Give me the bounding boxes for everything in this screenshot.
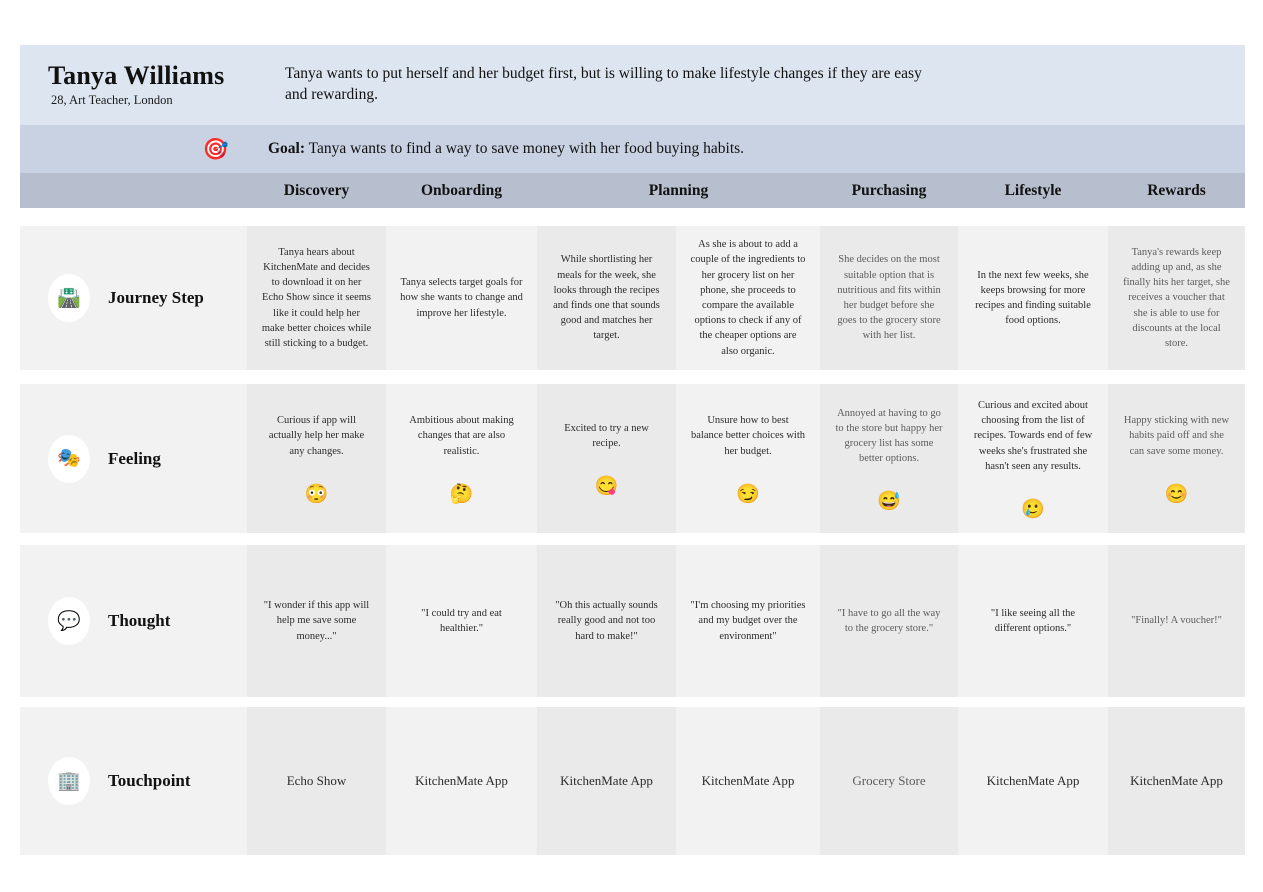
row-label-journey-step: 🛣️ Journey Step xyxy=(20,226,247,370)
emoji-sweat-smile-face: 😅 xyxy=(877,491,901,513)
row-label-thought: 💬 Thought xyxy=(20,545,247,697)
persona-meta: 28, Art Teacher, London xyxy=(51,93,173,108)
thought-cell-discovery: "I wonder if this app will help me save … xyxy=(247,545,386,697)
journey-cell-planning-b: As she is about to add a couple of the i… xyxy=(690,239,806,357)
row-title: Thought xyxy=(108,611,171,630)
emoji-holding-back-tears-face: 🥲 xyxy=(1021,499,1045,521)
emoji-flushed-face: 😳 xyxy=(304,483,329,505)
goal-bar: 🎯 Goal: Tanya wants to find a way to sav… xyxy=(20,125,1245,173)
stage-header-purchasing: Purchasing xyxy=(851,181,927,199)
touchpoint-cell-lifestyle: KitchenMate App xyxy=(986,772,1080,788)
emoji-thinking-face: 🤔 xyxy=(449,483,474,505)
touchpoint-cell-onboarding: KitchenMate App xyxy=(415,772,508,788)
thought-cell-planning-a: "Oh this actually sounds really good and… xyxy=(537,545,676,697)
persona-header: Tanya Williams 28, Art Teacher, London T… xyxy=(20,45,1245,125)
touchpoint-cell-planning-b: KitchenMate App xyxy=(701,772,795,788)
goal-label: Goal: xyxy=(268,140,306,157)
feeling-cell-planning-a: Excited to try a new recipe. 😋 xyxy=(537,384,676,533)
touchpoint-cell-planning-a: KitchenMate App xyxy=(537,707,676,855)
goal-statement: Tanya wants to find a way to save money … xyxy=(308,140,745,157)
stage-header-lifestyle: Lifestyle xyxy=(1004,181,1062,199)
row-title: Feeling xyxy=(108,448,161,468)
stage-header-row: Discovery Onboarding Planning Purchasing… xyxy=(20,173,1245,208)
stage-header-discovery: Discovery xyxy=(283,181,350,199)
feeling-cell-planning-b: Unsure how to best balance better choice… xyxy=(691,415,805,505)
stage-header-planning: Planning xyxy=(648,181,709,199)
journey-cell-discovery: Tanya hears about KitchenMate and decide… xyxy=(247,226,386,370)
touchpoint-row: 🏢 Touchpoint Echo Show KitchenMate App K… xyxy=(20,707,1245,855)
feeling-cell-purchasing: Annoyed at having to go to the store but… xyxy=(820,384,958,533)
thought-cell-onboarding: "I could try and eat healthier." xyxy=(421,607,502,634)
journey-map-page: Tanya Williams 28, Art Teacher, London T… xyxy=(0,0,1263,892)
persona-description: Tanya wants to put herself and her budge… xyxy=(285,65,922,103)
row-title: Journey Step xyxy=(108,288,204,307)
journey-step-row: 🛣️ Journey Step Tanya hears about Kitche… xyxy=(20,226,1245,370)
row-label-feeling: 🎭 Feeling xyxy=(20,384,247,533)
touchpoint-cell-discovery: Echo Show xyxy=(247,707,386,855)
emoji-smiling-face: 😊 xyxy=(1164,483,1189,505)
thought-cell-planning-b: "I'm choosing my priorities and my budge… xyxy=(690,600,806,642)
journey-cell-onboarding: Tanya selects target goals for how she w… xyxy=(400,277,523,319)
row-label-touchpoint: 🏢 Touchpoint xyxy=(20,707,247,855)
office-building-icon: 🏢 xyxy=(48,757,90,805)
stage-header-onboarding: Onboarding xyxy=(421,181,502,199)
thought-row: 💬 Thought "I wonder if this app will hel… xyxy=(20,545,1245,697)
thought-cell-lifestyle: "I like seeing all the different options… xyxy=(990,607,1076,634)
feeling-cell-lifestyle: Curious and excited about choosing from … xyxy=(973,399,1093,521)
journey-cell-lifestyle: In the next few weeks, she keeps browsin… xyxy=(975,269,1091,327)
theater-masks-icon: 🎭 xyxy=(48,434,90,483)
feeling-row: 🎭 Feeling Curious if app will actually h… xyxy=(20,384,1245,533)
persona-identity: Tanya Williams 28, Art Teacher, London xyxy=(20,60,245,109)
row-title: Touchpoint xyxy=(108,771,191,790)
touchpoint-cell-rewards: KitchenMate App xyxy=(1108,707,1245,855)
route-icon: 🛣️ xyxy=(48,274,90,322)
goal-text-wrapper: Goal: Tanya wants to find a way to save … xyxy=(247,140,1245,158)
emoji-smirking-face: 😏 xyxy=(736,483,760,505)
stage-header-rewards: Rewards xyxy=(1147,181,1206,199)
emoji-yum-face: 😋 xyxy=(594,476,619,498)
journey-cell-planning-a: While shortlisting her meals for the wee… xyxy=(537,226,676,370)
speech-balloon-icon: 💬 xyxy=(48,597,90,645)
target-icon: 🎯 xyxy=(202,136,229,161)
thought-cell-purchasing: "I have to go all the way to the grocery… xyxy=(820,545,958,697)
thought-cell-rewards: "Finally! A voucher!" xyxy=(1108,545,1245,697)
persona-name: Tanya Williams xyxy=(48,60,225,90)
stage-header-spacer xyxy=(20,173,247,208)
journey-cell-rewards: Tanya's rewards keep adding up and, as s… xyxy=(1108,226,1245,370)
feeling-cell-onboarding: Ambitious about making changes that are … xyxy=(409,415,514,505)
touchpoint-cell-purchasing: Grocery Store xyxy=(820,707,958,855)
feeling-cell-rewards: Happy sticking with new habits paid off … xyxy=(1108,384,1245,533)
journey-cell-purchasing: She decides on the most suitable option … xyxy=(820,226,958,370)
feeling-cell-discovery: Curious if app will actually help her ma… xyxy=(247,384,386,533)
